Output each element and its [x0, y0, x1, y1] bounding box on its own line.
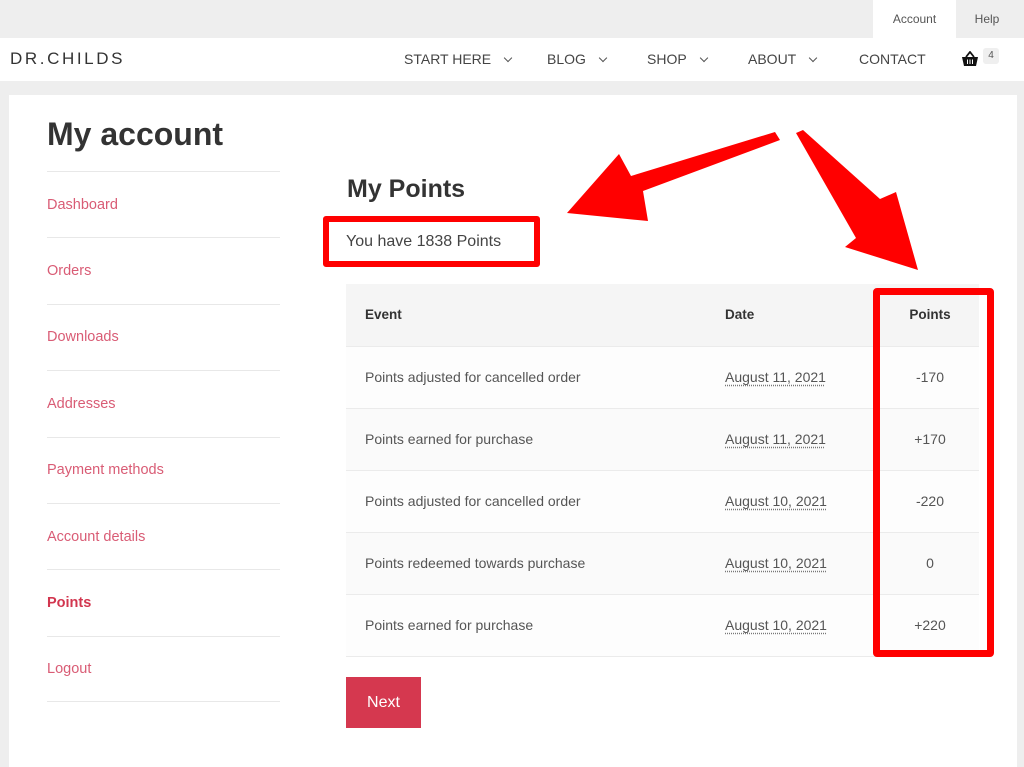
- date-cell: August 10, 2021: [706, 469, 881, 532]
- table-row: Points adjusted for cancelled order Augu…: [346, 469, 979, 532]
- site-logo[interactable]: DR.CHILDS: [10, 49, 125, 69]
- sidebar-link-downloads[interactable]: Downloads: [47, 329, 119, 345]
- account-sidebar: Dashboard Orders Downloads Addresses Pay…: [47, 171, 280, 703]
- page-title: My account: [47, 116, 224, 152]
- nav-blog[interactable]: BLOG: [547, 38, 608, 81]
- header-event: Event: [346, 284, 706, 346]
- chevron-down-icon: [808, 53, 818, 63]
- sidebar-item-downloads[interactable]: Downloads: [47, 303, 280, 370]
- points-title: My Points: [347, 175, 466, 203]
- header-points: Points: [881, 284, 979, 346]
- chevron-down-icon: [503, 53, 513, 63]
- nav-shop-label: SHOP: [647, 51, 687, 67]
- nav-about-label: ABOUT: [748, 51, 797, 67]
- event-cell: Points adjusted for cancelled order: [346, 345, 706, 408]
- nav-blog-label: BLOG: [547, 51, 586, 67]
- table-header-row: Event Date Points: [346, 284, 979, 346]
- sidebar-item-payment-methods[interactable]: Payment methods: [47, 436, 280, 503]
- header-date: Date: [706, 284, 881, 346]
- account-link[interactable]: Account: [873, 0, 956, 38]
- sidebar-item-logout[interactable]: Logout: [47, 635, 280, 703]
- nav-shop[interactable]: SHOP: [647, 38, 708, 81]
- sidebar-item-account-details[interactable]: Account details: [47, 502, 280, 569]
- cart-count-badge: 4: [983, 48, 999, 64]
- event-cell: Points redeemed towards purchase: [346, 531, 706, 594]
- date-cell: August 11, 2021: [706, 345, 881, 408]
- top-utility-bar: Account Help: [0, 0, 1024, 38]
- event-cell: Points earned for purchase: [346, 593, 706, 657]
- sidebar-item-dashboard[interactable]: Dashboard: [47, 171, 280, 237]
- sidebar-link-orders[interactable]: Orders: [47, 263, 91, 279]
- points-cell: -220: [881, 469, 979, 532]
- sidebar-link-addresses[interactable]: Addresses: [47, 396, 116, 412]
- points-balance-text: You have 1838 Points: [346, 232, 502, 250]
- date-cell: August 10, 2021: [706, 531, 881, 594]
- date-value: August 10, 2021: [725, 493, 827, 509]
- sidebar-item-points[interactable]: Points: [47, 569, 280, 635]
- sidebar-link-points[interactable]: Points: [47, 595, 91, 611]
- table-row: Points earned for purchase August 11, 20…: [346, 407, 979, 470]
- sidebar-item-addresses[interactable]: Addresses: [47, 370, 280, 436]
- help-link[interactable]: Help: [956, 0, 1018, 38]
- points-history-table: Event Date Points Points adjusted for ca…: [346, 284, 979, 657]
- event-cell: Points adjusted for cancelled order: [346, 469, 706, 532]
- nav-contact-label: CONTACT: [859, 51, 926, 67]
- table-row: Points redeemed towards purchase August …: [346, 531, 979, 594]
- table-row: Points adjusted for cancelled order Augu…: [346, 345, 979, 408]
- date-value: August 10, 2021: [725, 555, 827, 571]
- sidebar-item-orders[interactable]: Orders: [47, 237, 280, 303]
- points-balance: You have 1838 Points: [323, 216, 540, 267]
- nav-about[interactable]: ABOUT: [748, 38, 818, 81]
- chevron-down-icon: [598, 53, 608, 63]
- points-cell: +170: [881, 407, 979, 470]
- table-row: Points earned for purchase August 10, 20…: [346, 593, 979, 657]
- site-header: DR.CHILDS START HERE BLOG SHOP ABOUT CON…: [0, 38, 1024, 81]
- points-cell: +220: [881, 593, 979, 657]
- sidebar-link-logout[interactable]: Logout: [47, 661, 91, 677]
- date-value: August 11, 2021: [725, 369, 826, 385]
- points-cell: 0: [881, 531, 979, 594]
- date-cell: August 11, 2021: [706, 407, 881, 470]
- date-cell: August 10, 2021: [706, 593, 881, 657]
- event-cell: Points earned for purchase: [346, 407, 706, 470]
- date-value: August 11, 2021: [725, 431, 826, 447]
- next-page-button[interactable]: Next: [346, 677, 421, 728]
- points-cell: -170: [881, 345, 979, 408]
- sidebar-link-account-details[interactable]: Account details: [47, 529, 145, 545]
- nav-contact[interactable]: CONTACT: [859, 38, 926, 81]
- sidebar-link-dashboard[interactable]: Dashboard: [47, 197, 118, 213]
- sidebar-link-payment-methods[interactable]: Payment methods: [47, 462, 164, 478]
- date-value: August 10, 2021: [725, 617, 827, 633]
- nav-start-here-label: START HERE: [404, 51, 492, 67]
- nav-start-here[interactable]: START HERE: [404, 38, 513, 81]
- chevron-down-icon: [699, 53, 708, 63]
- shopping-basket-icon[interactable]: [961, 51, 979, 67]
